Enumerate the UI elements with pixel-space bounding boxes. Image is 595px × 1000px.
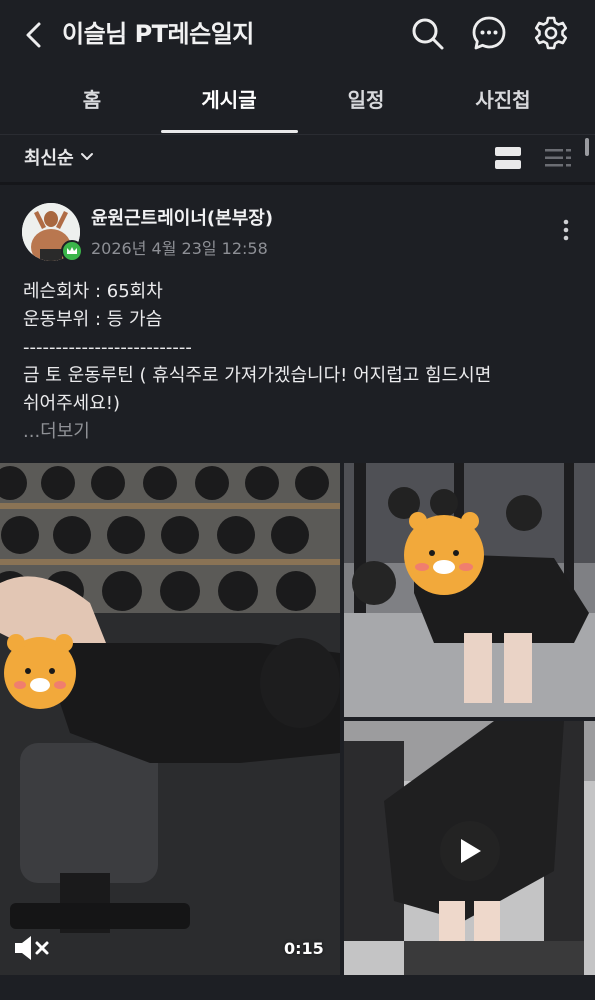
scrollbar-thumb[interactable] — [585, 138, 589, 156]
page-title: 이슬님 PT레슨일지 — [62, 20, 254, 48]
list-view-icon — [545, 149, 571, 167]
more-options-button[interactable] — [556, 215, 576, 245]
post-video[interactable]: 0:15 — [0, 463, 340, 975]
mute-button[interactable] — [12, 933, 52, 963]
video-duration: 0:15 — [284, 939, 324, 958]
photo-thumbnail — [344, 463, 595, 717]
tab-posts[interactable]: 게시글 — [161, 84, 297, 113]
crown-icon — [67, 247, 77, 254]
play-button[interactable] — [440, 821, 500, 881]
chat-button[interactable] — [471, 15, 507, 51]
play-icon — [461, 839, 481, 863]
post-footer-space — [0, 975, 595, 1000]
post-photo-top[interactable] — [344, 463, 595, 717]
crown-badge — [61, 240, 83, 262]
tab-home[interactable]: 홈 — [24, 84, 160, 113]
gear-icon — [534, 16, 568, 50]
chevron-down-icon — [80, 153, 93, 160]
tab-bar: 홈 게시글 일정 사진첩 — [0, 72, 595, 134]
post-author[interactable]: 윤원근트레이너(본부장) — [91, 204, 273, 230]
speaker-muted-icon — [15, 936, 49, 960]
list-view-button[interactable] — [544, 145, 572, 171]
tab-photo-album[interactable]: 사진첩 — [435, 84, 571, 113]
post-line-bodypart: 운동부위 : 등 가슴 — [23, 309, 163, 330]
top-bar: 이슬님 PT레슨일지 — [0, 0, 595, 66]
card-view-icon — [495, 147, 521, 169]
sort-label: 최신순 — [24, 148, 74, 169]
post-line-routine: 금 토 운동루틴 ( 휴식주로 가져가겠습니다! 어지럽고 힘드시면 — [23, 365, 492, 386]
sort-dropdown[interactable]: 최신순 — [24, 144, 94, 170]
card-view-button[interactable] — [494, 145, 522, 171]
tab-schedule[interactable]: 일정 — [298, 84, 434, 113]
post-date: 2026년 4월 23일 12:58 — [91, 239, 268, 258]
post-line-routine-cont: 쉬어주세요!) — [23, 393, 121, 414]
post-card[interactable]: 윤원근트레이너(본부장) 2026년 4월 23일 12:58 레슨회차 : 6… — [0, 185, 595, 1000]
video-thumbnail — [0, 463, 340, 975]
read-more-link[interactable]: ...더보기 — [23, 418, 583, 446]
chat-bubble-icon — [472, 16, 506, 50]
active-tab-indicator — [161, 130, 298, 133]
search-button[interactable] — [409, 15, 445, 51]
chevron-left-icon — [26, 22, 41, 48]
settings-button[interactable] — [533, 15, 569, 51]
post-line-separator: -------------------------- — [23, 337, 192, 358]
more-vertical-icon — [563, 219, 569, 241]
post-line-session: 레슨회차 : 65회차 — [23, 281, 163, 302]
post-video-bottom[interactable] — [344, 721, 595, 975]
sort-bar: 최신순 — [0, 134, 595, 182]
post-body[interactable]: 레슨회차 : 65회차 운동부위 : 등 가슴 ----------------… — [23, 278, 583, 446]
search-icon — [412, 18, 444, 50]
back-button[interactable] — [20, 20, 50, 50]
